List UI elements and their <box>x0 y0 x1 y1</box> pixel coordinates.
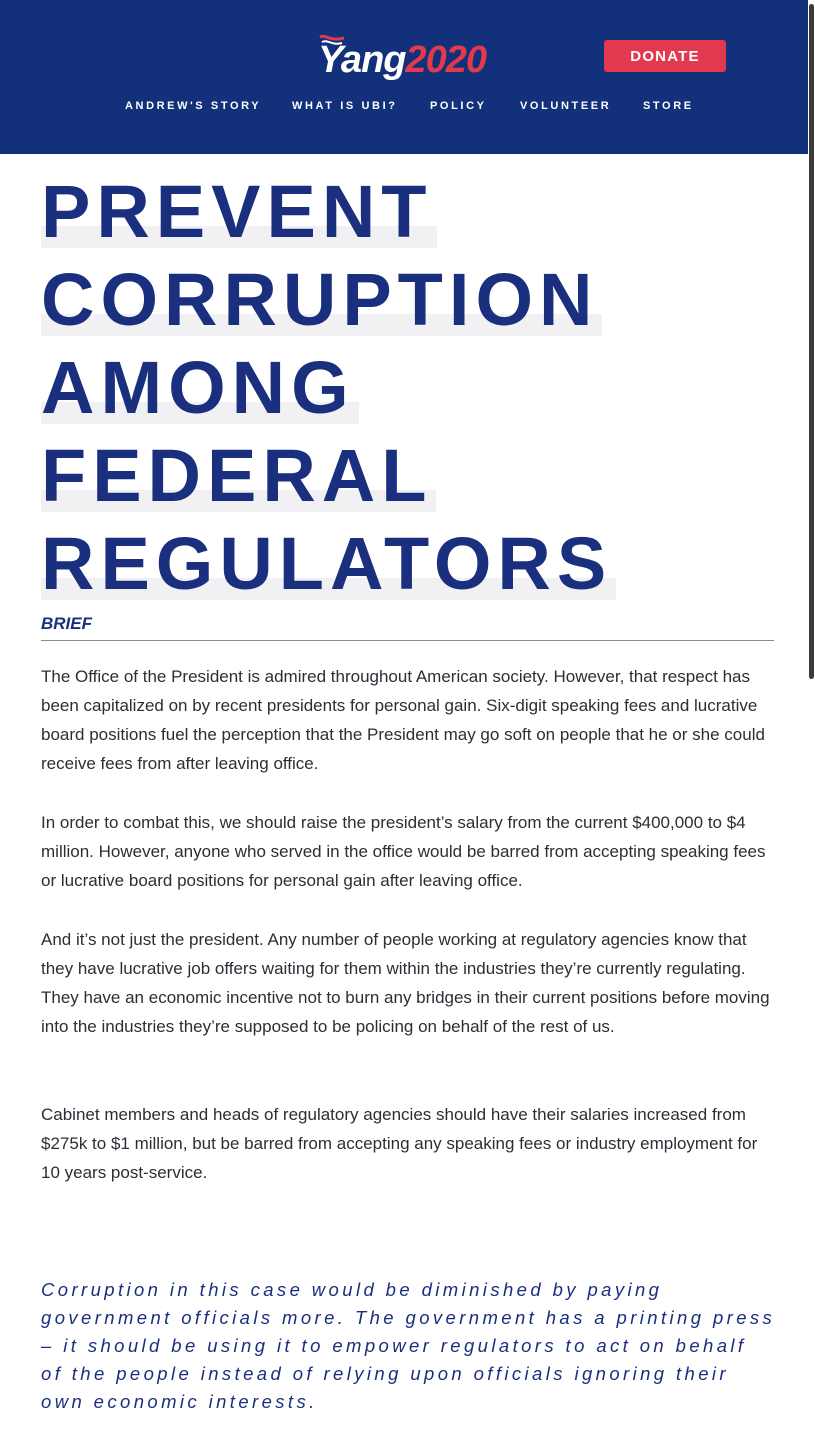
main-nav: ANDREW'S STORY WHAT IS UBI? POLICY VOLUN… <box>0 100 808 116</box>
nav-policy[interactable]: POLICY <box>430 100 487 112</box>
paragraph: And it’s not just the president. Any num… <box>41 930 770 1036</box>
title-line: REGULATORS <box>41 520 617 608</box>
scrollbar[interactable] <box>808 0 815 1429</box>
paragraph: The Office of the President is admired t… <box>41 667 765 773</box>
brief-heading: BRIEF <box>41 614 774 641</box>
title-line: AMONG <box>41 344 359 432</box>
title-line: FEDERAL <box>41 432 437 520</box>
page-title: PREVENT CORRUPTION AMONG FEDERAL REGULAT… <box>41 168 781 608</box>
title-line: PREVENT <box>41 168 437 256</box>
title-line: CORRUPTION <box>41 256 603 344</box>
pull-quote: Corruption in this case would be diminis… <box>41 1279 776 1412</box>
logo-year: 2020 <box>405 39 488 81</box>
paragraph: Cabinet members and heads of regulatory … <box>41 1105 758 1182</box>
nav-andrews-story[interactable]: ANDREW'S STORY <box>125 100 261 112</box>
site-header: Yang 2020 DONATE ANDREW'S STORY WHAT IS … <box>0 0 808 154</box>
paragraph: In order to combat this, we should raise… <box>41 813 766 890</box>
logo-flag-icon <box>319 34 345 45</box>
scrollbar-thumb[interactable] <box>809 4 814 679</box>
donate-button[interactable]: DONATE <box>604 40 726 72</box>
nav-store[interactable]: STORE <box>643 100 694 112</box>
nav-what-is-ubi[interactable]: WHAT IS UBI? <box>292 100 398 112</box>
nav-volunteer[interactable]: VOLUNTEER <box>520 100 611 112</box>
